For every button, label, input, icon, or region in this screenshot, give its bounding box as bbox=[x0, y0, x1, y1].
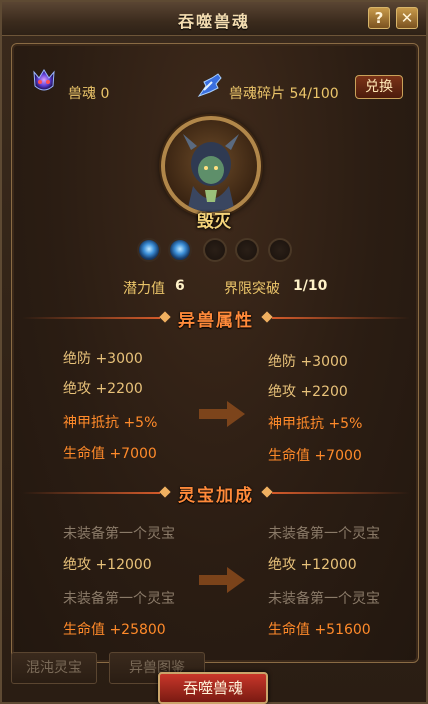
orb-empty bbox=[235, 238, 259, 262]
next-beast-attr: 神甲抵抗 +5% bbox=[268, 416, 363, 432]
next-beast-attr: 绝防 +3000 bbox=[268, 354, 348, 370]
orb-empty bbox=[268, 238, 292, 262]
stats-row: 潜力值 6 界限突破 1/10 bbox=[2, 278, 426, 298]
right-arrow-icon bbox=[199, 567, 245, 593]
right-arrow-icon bbox=[199, 401, 245, 427]
next-treasure-attr: 绝攻 +12000 bbox=[268, 557, 357, 573]
current-beast-attr: 生命值 +7000 bbox=[63, 446, 157, 462]
close-button[interactable]: ✕ bbox=[396, 7, 418, 29]
next-beast-attr: 绝攻 +2200 bbox=[268, 384, 348, 400]
beast-portrait bbox=[161, 116, 261, 216]
next-treasure-attr: 生命值 +51600 bbox=[268, 622, 371, 638]
devour-soul-window: 吞噬兽魂 ? ✕ 兽魂 0 兽魂碎片 54/100 兑换 毁灭 潜力值 6 界限… bbox=[0, 0, 428, 704]
beast-name: 毁灭 bbox=[197, 212, 231, 232]
orb-lit bbox=[168, 238, 192, 262]
chaos-treasure-tab[interactable]: 混沌灵宝 bbox=[11, 652, 97, 684]
soul-fragment-count: 兽魂碎片 54/100 bbox=[229, 86, 339, 102]
soul-fragment-icon bbox=[197, 73, 222, 98]
divider-line bbox=[272, 492, 410, 494]
current-treasure-attr: 生命值 +25800 bbox=[63, 622, 166, 638]
current-treasure-attr: 绝攻 +12000 bbox=[63, 557, 152, 573]
potential-value: 6 bbox=[175, 278, 185, 294]
next-treasure-attr: 未装备第一个灵宝 bbox=[268, 526, 380, 542]
current-beast-attr: 神甲抵抗 +5% bbox=[63, 415, 158, 431]
help-button[interactable]: ? bbox=[368, 7, 390, 29]
next-beast-attr: 生命值 +7000 bbox=[268, 448, 362, 464]
current-treasure-attr: 未装备第一个灵宝 bbox=[63, 591, 175, 607]
limit-break-value: 1/10 bbox=[293, 278, 328, 294]
divider-line bbox=[272, 317, 410, 319]
title-bar: 吞噬兽魂 ? ✕ bbox=[2, 2, 426, 36]
potential-label: 潜力值 bbox=[123, 281, 165, 297]
current-beast-attr: 绝防 +3000 bbox=[63, 351, 143, 367]
beast-soul-count: 兽魂 0 bbox=[68, 86, 110, 102]
devour-soul-button[interactable]: 吞噬兽魂 bbox=[158, 672, 268, 704]
beast-soul-icon bbox=[33, 69, 55, 91]
beast-avatar-icon bbox=[183, 134, 239, 212]
current-beast-attr: 绝攻 +2200 bbox=[63, 381, 143, 397]
current-treasure-attr: 未装备第一个灵宝 bbox=[63, 526, 175, 542]
next-treasure-attr: 未装备第一个灵宝 bbox=[268, 591, 380, 607]
orb-empty bbox=[203, 238, 227, 262]
beast-attr-section-header: 异兽属性 bbox=[2, 306, 428, 331]
orb-lit bbox=[137, 238, 161, 262]
exchange-button[interactable]: 兑换 bbox=[355, 75, 403, 99]
window-title: 吞噬兽魂 bbox=[177, 12, 250, 31]
limit-break-label: 界限突破 bbox=[224, 281, 280, 297]
treasure-section-header: 灵宝加成 bbox=[2, 481, 428, 506]
